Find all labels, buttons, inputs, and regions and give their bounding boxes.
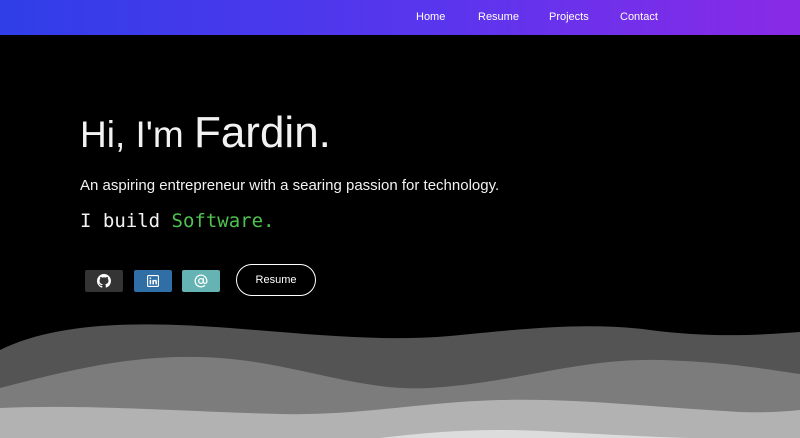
typing-line: I build Software. bbox=[80, 210, 274, 232]
nav-home-link[interactable]: Home bbox=[416, 0, 445, 35]
github-icon bbox=[97, 274, 111, 288]
github-button[interactable] bbox=[85, 270, 123, 292]
hero-name: Fardin. bbox=[193, 108, 331, 157]
hero-greeting: Hi, I'm Fardin. bbox=[80, 108, 331, 158]
resume-button[interactable]: Resume bbox=[236, 264, 316, 296]
email-button[interactable] bbox=[182, 270, 220, 292]
top-navbar: Home Resume Projects Contact bbox=[0, 0, 800, 35]
linkedin-icon bbox=[147, 275, 159, 287]
build-prefix: I build bbox=[80, 210, 161, 232]
linkedin-button[interactable] bbox=[134, 270, 172, 292]
hero-tagline: An aspiring entrepreneur with a searing … bbox=[80, 177, 500, 194]
nav-projects-link[interactable]: Projects bbox=[549, 0, 589, 35]
at-sign-icon bbox=[194, 274, 208, 288]
nav-contact-link[interactable]: Contact bbox=[620, 0, 658, 35]
nav-resume-link[interactable]: Resume bbox=[478, 0, 519, 35]
decorative-waves bbox=[0, 324, 800, 438]
greeting-prefix: Hi, I'm bbox=[80, 114, 184, 155]
typed-word: Software. bbox=[171, 210, 275, 232]
